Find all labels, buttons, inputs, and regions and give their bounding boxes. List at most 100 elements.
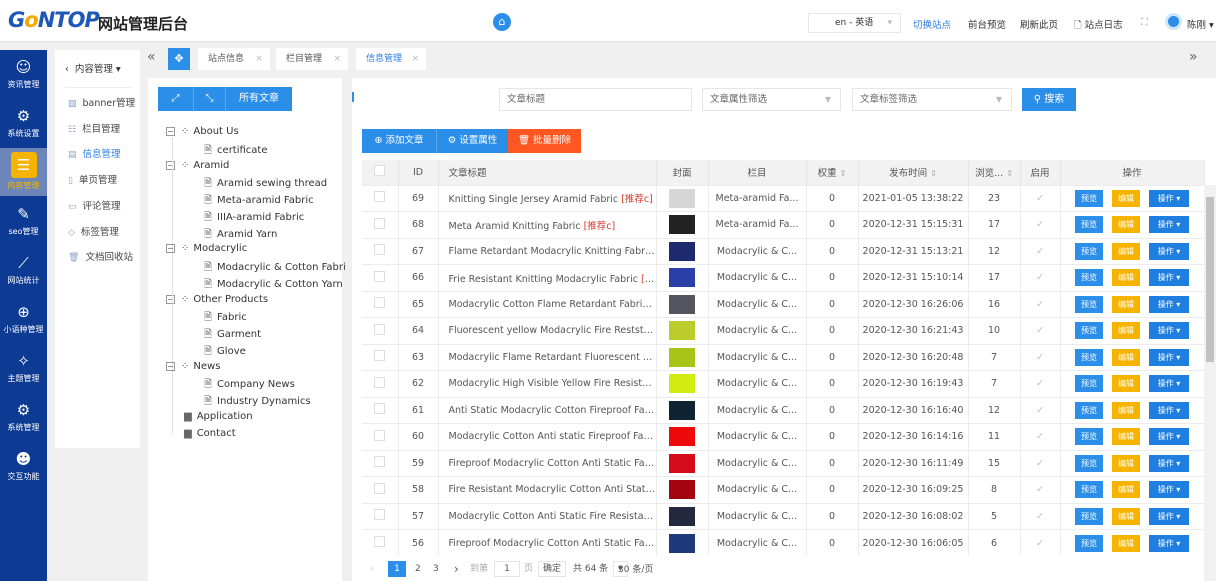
edit-button[interactable]: 编辑 (1112, 481, 1140, 499)
row-title[interactable]: Meta Aramid Knitting Fabric [推荐c] (438, 211, 657, 238)
table-row[interactable]: 57 Modacrylic Cotton Anti Static Fire Re… (362, 502, 1205, 530)
col-publish-time[interactable]: 发布时间 ⇕ (858, 160, 969, 185)
next-page-icon[interactable]: › (454, 561, 459, 577)
add-article-button[interactable]: ⊕ 添加文章 (362, 129, 436, 153)
enabled-check-icon[interactable]: ✓ (1020, 502, 1061, 530)
table-row[interactable]: 61 Anti Static Modacrylic Cotton Firepro… (362, 396, 1205, 424)
table-row[interactable]: 59 Fireproof Modacrylic Cotton Anti Stat… (362, 449, 1205, 477)
row-checkbox[interactable] (362, 184, 399, 212)
enabled-check-icon[interactable]: ✓ (1020, 370, 1061, 397)
home-icon[interactable]: ⌂ (493, 13, 511, 31)
tree-folder[interactable]: − ⁘ About Us (166, 126, 239, 137)
table-row[interactable]: 64 Fluorescent yellow Modacrylic Fire Re… (362, 317, 1205, 344)
nav-item-6[interactable]: ✧ 主题管理 (0, 344, 47, 392)
edit-button[interactable]: 编辑 (1112, 454, 1140, 472)
nav-item-8[interactable]: ☻ 交互功能 (0, 442, 47, 490)
row-title[interactable]: Frie Resistant Knitting Modacrylic Fabri… (438, 264, 657, 291)
enabled-check-icon[interactable]: ✓ (1020, 396, 1061, 424)
row-checkbox[interactable] (362, 343, 399, 371)
edit-button[interactable]: 编辑 (1112, 189, 1140, 207)
enabled-check-icon[interactable]: ✓ (1020, 343, 1061, 371)
attribute-filter-select[interactable]: 文章属性筛选 ▼ (702, 88, 841, 111)
enabled-check-icon[interactable]: ✓ (1020, 237, 1061, 265)
row-title[interactable]: Modacrylic High Visible Yellow Fire Resi… (438, 370, 657, 397)
preview-button[interactable]: 预览 (1074, 507, 1103, 525)
preview-button[interactable]: 预览 (1074, 295, 1103, 313)
nav-item-3[interactable]: ✎ seo管理 (0, 197, 47, 245)
row-checkbox[interactable] (362, 237, 399, 265)
edit-button[interactable]: 编辑 (1112, 269, 1140, 287)
preview-button[interactable]: 预览 (1074, 242, 1103, 260)
submenu-item[interactable]: ◇ 标签管理 (68, 224, 119, 238)
batch-delete-button[interactable]: 🗑 批量删除 (508, 129, 581, 153)
row-title[interactable]: Fluorescent yellow Modacrylic Fire Rests… (438, 317, 657, 344)
fullscreen-icon[interactable]: ⛶ (1141, 17, 1148, 28)
operations-dropdown[interactable]: 操作 ▾ (1149, 375, 1190, 393)
tab-home-icon[interactable]: ✥ (168, 48, 190, 70)
tree-leaf[interactable]: 🗎 certificate (204, 143, 268, 160)
row-title[interactable]: Modacrylic Cotton Flame Retardant Fabric… (438, 290, 657, 318)
enabled-check-icon[interactable]: ✓ (1020, 317, 1061, 344)
row-title[interactable]: Fire Resistant Modacrylic Cotton Anti St… (438, 476, 657, 503)
table-row[interactable]: 63 Modacrylic Flame Retardant Fluorescen… (362, 343, 1205, 371)
tag-filter-select[interactable]: 文章标签筛选 ▼ (852, 88, 1012, 111)
nav-item-4[interactable]: ⟋ 网站统计 (0, 246, 47, 294)
edit-button[interactable]: 编辑 (1112, 534, 1140, 552)
site-log-link[interactable]: 🗋 站点日志 (1074, 17, 1123, 34)
user-menu[interactable]: 陈刚 ▾ (1187, 17, 1214, 31)
tree-leaf[interactable]: 🗎 Modacrylic & Cotton Fabri (204, 260, 346, 277)
preview-button[interactable]: 预览 (1074, 348, 1103, 366)
switch-site-link[interactable]: 切换站点 (913, 17, 951, 31)
row-checkbox[interactable] (362, 476, 399, 503)
table-row[interactable]: 56 Fireproof Modacrylic Cotton Anti Stat… (362, 529, 1205, 556)
page-size-select[interactable]: 30 条/页 ▾ (613, 561, 653, 577)
row-checkbox[interactable] (362, 317, 399, 344)
row-checkbox[interactable] (362, 529, 399, 556)
tab-info-management[interactable]: 信息管理 × (356, 48, 426, 70)
page-1[interactable]: 1 (388, 561, 406, 577)
tree-leaf[interactable]: 🗎 Fabric (204, 310, 247, 327)
row-title[interactable]: Anti Static Modacrylic Cotton Fireproof … (438, 396, 657, 424)
enabled-check-icon[interactable]: ✓ (1020, 423, 1061, 450)
table-row[interactable]: 60 Modacrylic Cotton Anti static Firepro… (362, 423, 1205, 450)
operations-dropdown[interactable]: 操作 ▾ (1149, 428, 1190, 446)
tree-folder[interactable]: − ⁘ Aramid (166, 160, 229, 171)
preview-button[interactable]: 预览 (1074, 322, 1103, 340)
scrollbar-thumb[interactable] (1206, 197, 1214, 362)
row-title[interactable]: Modacrylic Flame Retardant Fluorescent y… (438, 343, 657, 371)
nav-item-7[interactable]: ⚙ 系统管理 (0, 393, 47, 441)
operations-dropdown[interactable]: 操作 ▾ (1149, 322, 1190, 340)
edit-button[interactable]: 编辑 (1112, 401, 1140, 419)
tree-leaf[interactable]: 🗎 Aramid Yarn (204, 227, 277, 244)
operations-dropdown[interactable]: 操作 ▾ (1149, 295, 1190, 313)
row-title[interactable]: Fireproof Modacrylic Cotton Anti Static … (438, 449, 657, 477)
preview-button[interactable]: 预览 (1074, 534, 1103, 552)
operations-dropdown[interactable]: 操作 ▾ (1149, 242, 1190, 260)
preview-button[interactable]: 预览 (1074, 428, 1103, 446)
row-title[interactable]: Modacrylic Cotton Anti Static Fire Resis… (438, 502, 657, 530)
frontend-preview-link[interactable]: 前台预览 (968, 17, 1006, 31)
table-row[interactable]: 68 Meta Aramid Knitting Fabric [推荐c] Met… (362, 211, 1205, 238)
operations-dropdown[interactable]: 操作 ▾ (1149, 189, 1190, 207)
col-weight[interactable]: 权重 ⇕ (806, 160, 859, 185)
row-checkbox[interactable] (362, 211, 399, 238)
tree-page[interactable]: ▆ Application (184, 411, 253, 422)
row-checkbox[interactable] (362, 423, 399, 450)
tree-leaf[interactable]: 🗎 Garment (204, 327, 261, 344)
nav-item-2[interactable]: ☰ 内容管理 (0, 148, 47, 196)
table-row[interactable]: 69 Knitting Single Jersey Aramid Fabric … (362, 184, 1205, 212)
submenu-item[interactable]: ▭ 评论管理 (68, 198, 121, 212)
nav-item-1[interactable]: ⚙ 系统设置 (0, 99, 47, 147)
enabled-check-icon[interactable]: ✓ (1020, 290, 1061, 318)
operations-dropdown[interactable]: 操作 ▾ (1149, 507, 1190, 525)
edit-button[interactable]: 编辑 (1112, 507, 1140, 525)
select-all-checkbox[interactable] (362, 160, 399, 185)
tree-leaf[interactable]: 🗎 IIIA-aramid Fabric (204, 210, 304, 227)
row-checkbox[interactable] (362, 449, 399, 477)
language-select[interactable]: en - 英语 ▾ (808, 13, 901, 33)
col-views[interactable]: 浏览... ⇕ (968, 160, 1021, 185)
tree-leaf[interactable]: 🗎 Company News (204, 377, 295, 394)
tree-folder[interactable]: − ⁘ Modacrylic (166, 243, 247, 254)
tree-leaf[interactable]: 🗎 Glove (204, 344, 246, 361)
table-row[interactable]: 67 Flame Retardant Modacrylic Knitting F… (362, 237, 1205, 265)
